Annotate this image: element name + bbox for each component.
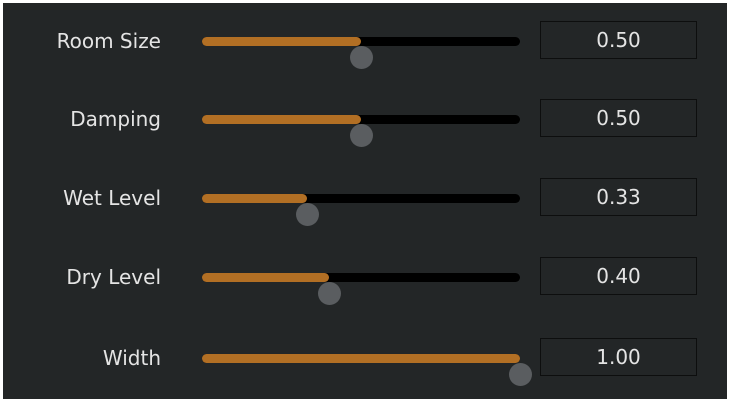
width-value-field[interactable]: 1.00 [540, 338, 697, 376]
room-size-slider-fill [202, 37, 361, 46]
width-slider-fill [202, 354, 520, 363]
dry-level-slider-thumb[interactable] [318, 282, 341, 305]
param-row-room-size: Room Size 0.50 [3, 21, 727, 69]
wet-level-slider-fill [202, 194, 307, 203]
param-row-dry-level: Dry Level 0.40 [3, 257, 727, 305]
reverb-panel: Room Size 0.50 Damping 0.50 Wet Level 0.… [3, 3, 727, 399]
room-size-label: Room Size [56, 29, 161, 53]
damping-slider[interactable] [202, 115, 520, 147]
room-size-slider-thumb[interactable] [350, 46, 373, 69]
damping-value-field[interactable]: 0.50 [540, 99, 697, 137]
width-slider[interactable] [202, 354, 532, 386]
room-size-value-field[interactable]: 0.50 [540, 21, 697, 59]
wet-level-value-field[interactable]: 0.33 [540, 178, 697, 216]
damping-slider-thumb[interactable] [350, 124, 373, 147]
param-row-width: Width 1.00 [3, 338, 727, 386]
param-row-damping: Damping 0.50 [3, 99, 727, 147]
dry-level-slider[interactable] [202, 273, 520, 305]
wet-level-slider-thumb[interactable] [296, 203, 319, 226]
damping-slider-fill [202, 115, 361, 124]
room-size-slider[interactable] [202, 37, 520, 69]
dry-level-value-field[interactable]: 0.40 [540, 257, 697, 295]
param-row-wet-level: Wet Level 0.33 [3, 178, 727, 226]
width-label: Width [102, 346, 161, 370]
wet-level-slider[interactable] [202, 194, 520, 226]
dry-level-slider-fill [202, 273, 329, 282]
width-slider-thumb[interactable] [509, 363, 532, 386]
dry-level-label: Dry Level [66, 265, 161, 289]
damping-label: Damping [70, 107, 161, 131]
wet-level-label: Wet Level [63, 186, 161, 210]
